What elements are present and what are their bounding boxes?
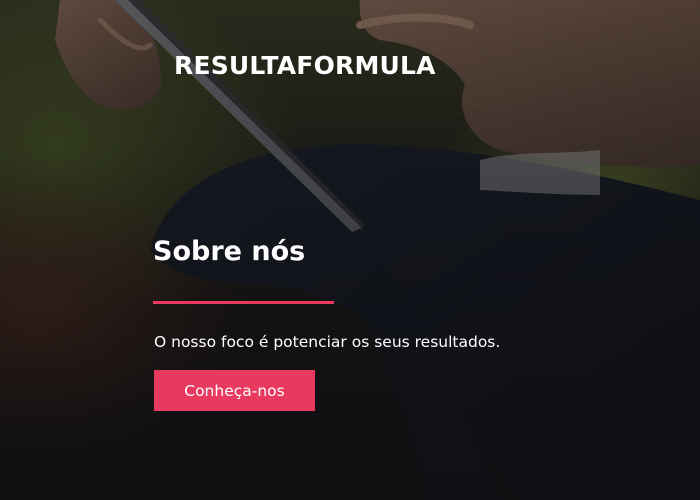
learn-more-button[interactable]: Conheça-nos (154, 370, 315, 411)
brand-logo-text[interactable]: RESULTAFORMULA (174, 51, 436, 80)
hero-section: RESULTAFORMULA Sobre nós O nosso foco é … (0, 0, 700, 500)
about-tagline: O nosso foco é potenciar os seus resulta… (154, 333, 501, 351)
title-divider (153, 301, 334, 304)
about-section-title: Sobre nós (153, 236, 306, 267)
